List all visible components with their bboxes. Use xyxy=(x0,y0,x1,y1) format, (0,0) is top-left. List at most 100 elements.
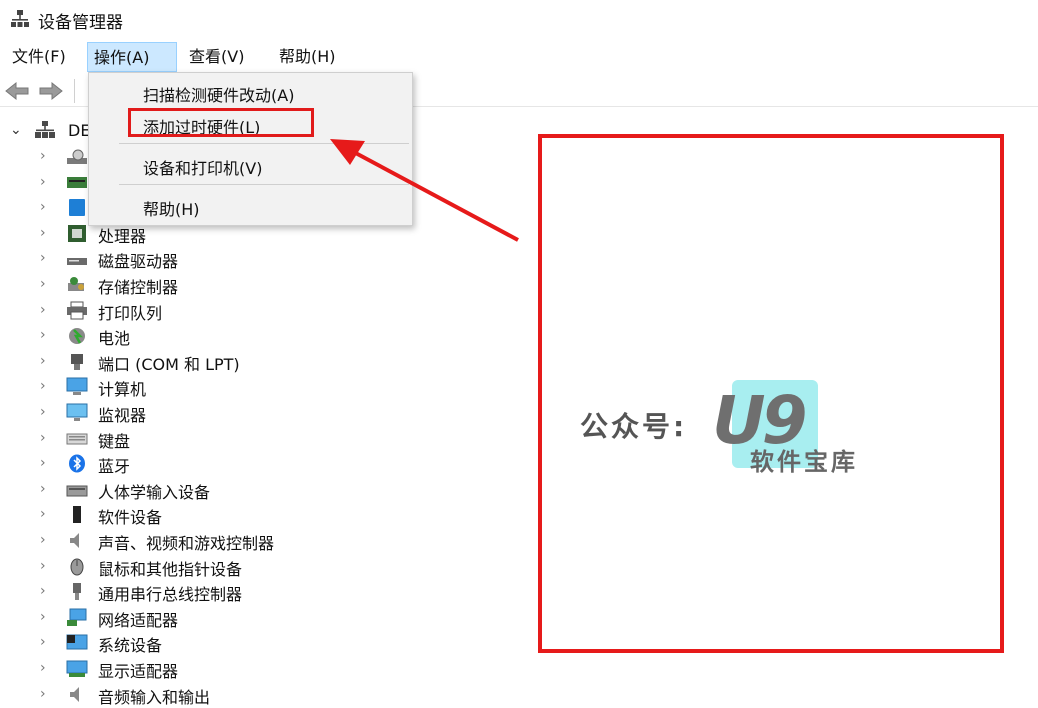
tree-node[interactable]: › 监视器 xyxy=(0,400,520,426)
keyboard-icon xyxy=(66,433,88,445)
annotation-highlight-box xyxy=(128,108,314,137)
tree-node[interactable]: › 计算机 xyxy=(0,374,520,400)
computer-network-icon xyxy=(35,121,55,138)
back-arrow-icon[interactable] xyxy=(4,80,30,102)
menu-item-label: 帮助(H) xyxy=(143,200,200,219)
tree-node-label: 端口 (COM 和 LPT) xyxy=(98,354,240,374)
chevron-right-icon[interactable]: › xyxy=(40,686,46,702)
tree-node-label: 网络适配器 xyxy=(98,610,179,630)
software-device-icon xyxy=(73,506,81,524)
system-device-icon xyxy=(66,634,88,650)
action-dropdown-menu: 扫描检测硬件改动(A) 添加过时硬件(L) 设备和打印机(V) 帮助(H) xyxy=(88,72,413,226)
chevron-right-icon[interactable]: › xyxy=(40,660,46,676)
printer-icon xyxy=(67,301,87,320)
title-bar: 设备管理器 xyxy=(0,0,1038,38)
chevron-right-icon[interactable]: › xyxy=(40,430,46,446)
tree-node-label: 计算机 xyxy=(98,380,147,400)
chevron-right-icon[interactable]: › xyxy=(40,353,46,369)
chevron-right-icon[interactable]: › xyxy=(40,455,46,471)
chevron-right-icon[interactable]: › xyxy=(40,148,46,164)
watermark: 公众号: U9 软件宝库 xyxy=(580,378,880,478)
tree-node[interactable]: › 端口 (COM 和 LPT) xyxy=(0,349,520,375)
tree-node-label: 监视器 xyxy=(98,406,147,425)
menu-item-help[interactable]: 帮助(H) xyxy=(89,189,412,223)
menu-item-scan-hardware[interactable]: 扫描检测硬件改动(A) xyxy=(89,75,412,109)
tree-node[interactable]: › 存储控制器 xyxy=(0,272,520,298)
tree-node[interactable]: › 鼠标和其他指针设备 xyxy=(0,554,520,580)
tree-node-label: 系统设备 xyxy=(98,636,163,656)
tree-node-label: 电池 xyxy=(98,329,131,349)
chevron-right-icon[interactable]: › xyxy=(40,481,46,497)
chevron-right-icon[interactable]: › xyxy=(40,327,46,343)
tree-node-label: 蓝牙 xyxy=(98,457,131,477)
disk-drive-icon xyxy=(67,258,87,266)
tree-node[interactable]: › 磁盘驱动器 xyxy=(0,246,520,272)
tree-node-label: 打印队列 xyxy=(98,303,163,323)
mouse-icon xyxy=(70,558,84,576)
tree-node[interactable]: › 键盘 xyxy=(0,426,520,452)
chevron-right-icon[interactable]: › xyxy=(40,378,46,394)
chevron-right-icon[interactable]: › xyxy=(40,302,46,318)
toolbar-separator xyxy=(74,79,75,103)
network-adapter-icon xyxy=(67,608,87,626)
tree-node-label: 磁盘驱动器 xyxy=(98,252,179,272)
menu-separator xyxy=(119,184,409,185)
storage-controller-icon xyxy=(68,277,84,291)
port-icon xyxy=(71,353,83,370)
chevron-down-icon[interactable]: ⌄ xyxy=(10,122,22,138)
bluetooth-icon xyxy=(69,454,85,473)
tablet-device-icon xyxy=(69,199,85,217)
computer-icon xyxy=(66,377,88,396)
tree-node[interactable]: › 网络适配器 xyxy=(0,605,520,631)
usb-icon xyxy=(73,583,81,601)
chevron-right-icon[interactable]: › xyxy=(40,532,46,548)
chevron-right-icon[interactable]: › xyxy=(40,250,46,266)
tree-node[interactable]: › 显示适配器 xyxy=(0,656,520,682)
monitor-icon xyxy=(66,403,88,421)
audio-io-icon xyxy=(70,686,79,702)
menu-file[interactable]: 文件(F) xyxy=(6,42,72,72)
chevron-right-icon[interactable]: › xyxy=(40,609,46,625)
tree-node-label: 音频输入和输出 xyxy=(98,687,211,707)
chevron-right-icon[interactable]: › xyxy=(40,404,46,420)
tree-node[interactable]: › 打印队列 xyxy=(0,298,520,324)
tree-node[interactable]: › 系统设备 xyxy=(0,630,520,656)
forward-arrow-icon[interactable] xyxy=(38,80,64,102)
tree-node[interactable]: › 软件设备 xyxy=(0,502,520,528)
hid-icon xyxy=(66,485,88,497)
tree-node-label: 软件设备 xyxy=(98,508,163,528)
ide-controller-icon xyxy=(67,176,87,188)
tree-node-label: 通用串行总线控制器 xyxy=(98,585,243,605)
tree-node-label: 键盘 xyxy=(98,431,131,451)
speaker-icon xyxy=(70,533,79,548)
tree-node[interactable]: › 人体学输入设备 xyxy=(0,477,520,503)
tree-node[interactable]: › 通用串行总线控制器 xyxy=(0,579,520,605)
device-manager-icon xyxy=(11,10,29,27)
chevron-right-icon[interactable]: › xyxy=(40,634,46,650)
battery-icon xyxy=(69,328,85,345)
menu-action[interactable]: 操作(A) xyxy=(87,42,177,72)
tree-node[interactable]: › 电池 xyxy=(0,323,520,349)
tree-node[interactable]: › 音频输入和输出 xyxy=(0,682,520,708)
chevron-right-icon[interactable]: › xyxy=(40,174,46,190)
tree-node-label: 鼠标和其他指针设备 xyxy=(98,559,243,579)
menu-item-label: 设备和打印机(V) xyxy=(143,159,263,178)
watermark-subtitle: 软件宝库 xyxy=(750,448,858,476)
menu-bar: 文件(F) 操作(A) 查看(V) 帮助(H) xyxy=(0,42,1038,72)
tree-node-label: 存储控制器 xyxy=(98,278,179,297)
menu-help[interactable]: 帮助(H) xyxy=(273,42,342,72)
window-title: 设备管理器 xyxy=(38,13,123,33)
menu-view[interactable]: 查看(V) xyxy=(183,42,250,72)
menu-item-devices-printers[interactable]: 设备和打印机(V) xyxy=(89,148,412,182)
tree-node[interactable]: › 声音、视频和游戏控制器 xyxy=(0,528,520,554)
chevron-right-icon[interactable]: › xyxy=(40,506,46,522)
tree-node[interactable]: › 蓝牙 xyxy=(0,451,520,477)
tree-node-label: 显示适配器 xyxy=(98,662,179,681)
tree-node-label: 处理器 xyxy=(98,226,147,246)
chevron-right-icon[interactable]: › xyxy=(40,583,46,599)
chevron-right-icon[interactable]: › xyxy=(40,558,46,574)
menu-item-label: 扫描检测硬件改动(A) xyxy=(143,86,295,105)
chevron-right-icon[interactable]: › xyxy=(40,276,46,292)
chevron-right-icon[interactable]: › xyxy=(40,225,46,241)
chevron-right-icon[interactable]: › xyxy=(40,199,46,215)
